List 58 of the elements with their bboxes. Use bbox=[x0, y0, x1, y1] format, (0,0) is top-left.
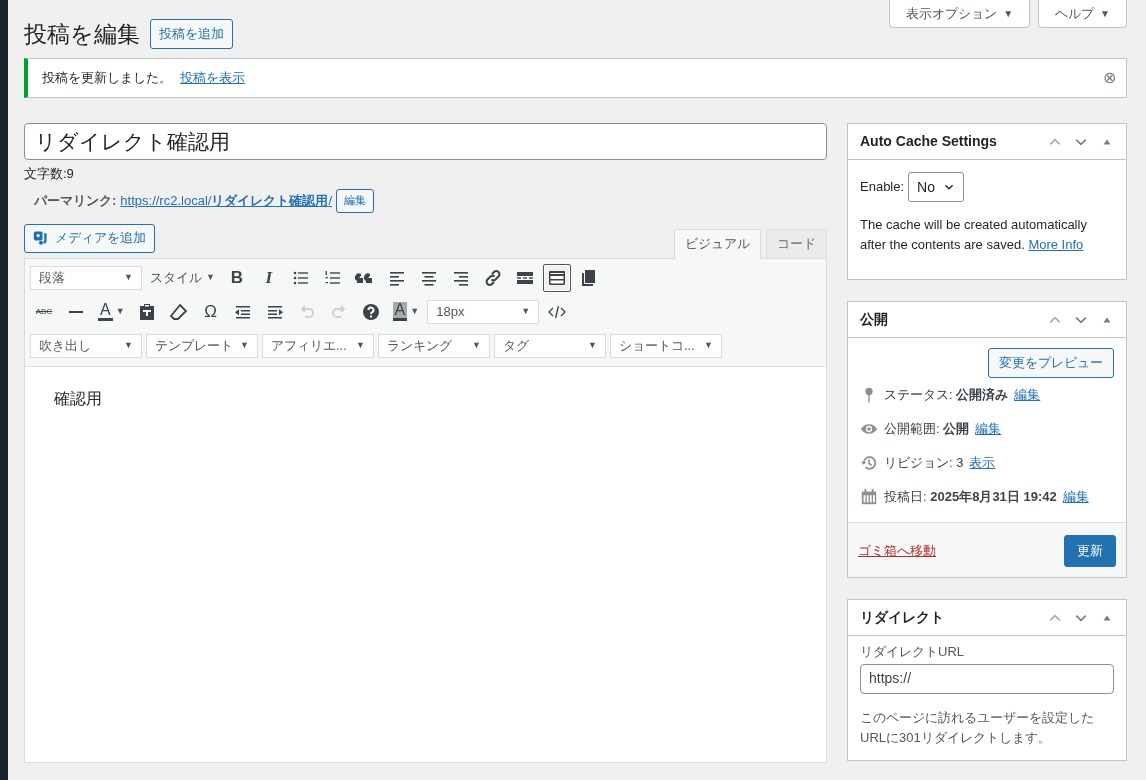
toolbar-button[interactable]: A ▼ bbox=[94, 297, 129, 326]
cache-description: The cache will be created automatically after the contents are saved. More Info bbox=[860, 216, 1088, 254]
toolbar-button[interactable]: Ω bbox=[196, 297, 225, 326]
add-media-button[interactable]: メディアを追加 bbox=[24, 223, 155, 253]
permalink-link[interactable]: https://rc2.local/リダイレクト確認用/ bbox=[120, 190, 332, 211]
preview-button[interactable]: 変更をプレビュー bbox=[988, 348, 1114, 378]
detail-link[interactable]: 編集 bbox=[975, 419, 1002, 439]
publish-detail: 投稿日: 2025年8月31日 19:42 bbox=[884, 488, 1057, 507]
eraser-icon bbox=[168, 301, 189, 322]
styles-menu[interactable]: スタイル ▼ bbox=[146, 265, 219, 290]
editor-tab[interactable]: ビジュアル bbox=[674, 228, 761, 259]
permalink-edit-button[interactable]: 編集 bbox=[336, 188, 374, 213]
notice-text: 投稿を更新しました。 bbox=[42, 69, 172, 88]
format-select[interactable]: ショートコ... ▼ bbox=[610, 333, 722, 358]
format-select[interactable]: タグ ▼ bbox=[494, 333, 606, 358]
format-select[interactable]: 段落 ▼ bbox=[30, 265, 142, 290]
box-title: リダイレクト bbox=[860, 608, 945, 627]
field-label: リダイレクトURL bbox=[860, 643, 965, 661]
page-title: 投稿を編集 bbox=[24, 20, 140, 48]
toolbar-button[interactable]: ABC bbox=[30, 297, 58, 326]
media-icon bbox=[33, 230, 49, 246]
format-select[interactable]: 18px ▼ bbox=[427, 299, 540, 324]
format-select[interactable]: テンプレート ▼ bbox=[146, 333, 258, 358]
publish-detail: ステータス: 公開済み bbox=[884, 386, 1009, 405]
editor-text: 確認用 bbox=[54, 388, 103, 409]
box-title: Auto Cache Settings bbox=[860, 132, 998, 151]
enable-select[interactable]: No bbox=[908, 172, 964, 202]
toolbar-button[interactable]: A ▼ bbox=[388, 297, 424, 326]
add-new-button[interactable]: 投稿を追加 bbox=[150, 19, 233, 49]
screen-tab[interactable]: 表示オプション ▼ bbox=[889, 0, 1031, 28]
char-count: 文字数:9 bbox=[24, 165, 75, 183]
toolbar-button[interactable]: I bbox=[254, 263, 283, 292]
view-post-link[interactable]: 投稿を表示 bbox=[180, 68, 245, 88]
detail-link[interactable]: 表示 bbox=[969, 453, 996, 473]
history-icon bbox=[860, 454, 878, 472]
format-select[interactable]: 吹き出し ▼ bbox=[30, 333, 142, 358]
detail-link[interactable]: 編集 bbox=[1062, 487, 1089, 507]
detail-link[interactable]: 編集 bbox=[1014, 385, 1041, 405]
more-info-link[interactable]: More Info bbox=[1028, 237, 1084, 252]
publish-detail: 公開範囲: 公開 bbox=[884, 420, 970, 439]
trash-link[interactable]: ゴミ箱へ移動 bbox=[858, 541, 936, 561]
format-select[interactable]: アフィリエ... ▼ bbox=[262, 333, 374, 358]
format-select[interactable]: ランキング ▼ bbox=[378, 333, 490, 358]
dismiss-button[interactable]: ⊗ bbox=[1103, 70, 1116, 86]
title-field[interactable]: リダイレクト確認用 bbox=[24, 123, 827, 160]
box-title: 公開 bbox=[860, 310, 889, 329]
toolbar-button[interactable]: B bbox=[222, 263, 251, 292]
toolbar-button[interactable] bbox=[542, 263, 571, 292]
help-icon bbox=[360, 301, 381, 322]
permalink-label: パーマリンク: bbox=[34, 191, 117, 210]
editor-tab[interactable]: コード bbox=[766, 228, 827, 258]
enable-label: Enable: bbox=[860, 178, 905, 197]
update-button[interactable]: 更新 bbox=[1064, 535, 1116, 567]
publish-detail: リビジョン: 3 bbox=[884, 454, 964, 473]
url-field[interactable]: https:// bbox=[860, 663, 1114, 694]
redirect-description: このページに訪れるユーザーを設定したURLに301リダイレクトします。 bbox=[860, 708, 1095, 747]
calendar-icon bbox=[860, 488, 878, 506]
screen-tab[interactable]: ヘルプ ▼ bbox=[1038, 0, 1127, 28]
